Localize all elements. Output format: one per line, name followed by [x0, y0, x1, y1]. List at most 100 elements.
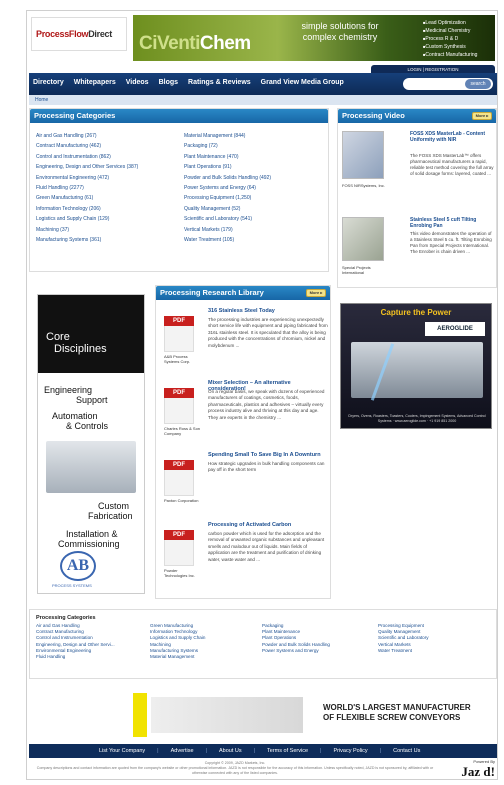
page: ProcessFlowDirect simple solutions for c…: [26, 10, 498, 780]
nav-grand-view-media-group[interactable]: Grand View Media Group: [261, 79, 344, 86]
category-link[interactable]: Machining (37): [36, 225, 138, 235]
ab-logo-sub: PROCESS SYSTEMS: [52, 583, 92, 588]
pdf-thumbnail[interactable]: [164, 470, 194, 496]
footer-category-link[interactable]: Powder and Bulk Solids Handling: [262, 642, 330, 648]
ad-header-dark: Core Disciplines: [38, 295, 144, 373]
category-link[interactable]: Power Systems and Energy (64): [184, 183, 271, 193]
category-link[interactable]: Information Technology (206): [36, 204, 138, 214]
research-description: carbon powder which is used for the adso…: [208, 531, 325, 562]
category-link[interactable]: Powder and Bulk Solids Handling (492): [184, 173, 271, 183]
category-link[interactable]: Water Treatment (105): [184, 235, 271, 245]
footer-link-contact[interactable]: Contact Us: [393, 744, 420, 758]
footer-link-list-company[interactable]: List Your Company: [99, 744, 145, 758]
category-link[interactable]: Scientific and Laboratory (541): [184, 214, 271, 224]
screw-conveyor-ad[interactable]: WORLD'S LARGEST MANUFACTURER OF FLEXIBLE …: [133, 693, 497, 737]
core-disciplines-ad[interactable]: Core Disciplines Engineering Support Autom…: [37, 294, 145, 594]
category-link[interactable]: Plant Operations (91): [184, 162, 271, 172]
footer-category-link[interactable]: Power Systems and Energy: [262, 648, 330, 654]
breadcrumb: Home: [29, 95, 497, 105]
category-link[interactable]: Fluid Handling (2277): [36, 183, 138, 193]
box-title: Processing Research Library More ▸: [156, 286, 330, 300]
category-link[interactable]: Logistics and Supply Chain (129): [36, 214, 138, 224]
category-link[interactable]: Control and Instrumentation (862): [36, 152, 138, 162]
header-banner-ad[interactable]: simple solutions for complex chemistry C…: [133, 15, 495, 61]
footer-link-advertise[interactable]: Advertise: [171, 744, 194, 758]
category-link[interactable]: Quality Management (52): [184, 204, 271, 214]
ad-line: Custom Fabrication: [88, 501, 133, 521]
more-button[interactable]: More ▸: [306, 289, 326, 297]
pdf-thumbnail[interactable]: [164, 540, 194, 566]
powered-by[interactable]: Powered By Jaz d!: [447, 759, 495, 780]
category-link[interactable]: Green Manufacturing (61): [36, 193, 138, 203]
category-link[interactable]: Engineering, Design and Other Services (…: [36, 162, 138, 172]
banner-bullets: Lead Optimization Medicinal Chemistry Pr…: [423, 19, 477, 59]
pdf-icon[interactable]: PDF: [164, 388, 194, 398]
footer-category-link[interactable]: Water Treatment: [378, 648, 429, 654]
breadcrumb-home[interactable]: Home: [35, 97, 48, 103]
footer-link-terms[interactable]: Terms of Service: [267, 744, 308, 758]
research-company: A&B Process Systems Corp.: [164, 354, 191, 364]
pdf-thumbnail[interactable]: [164, 398, 194, 424]
category-link[interactable]: Vertical Markets (179): [184, 225, 271, 235]
research-title[interactable]: Spending Small To Save Big In A Downturn: [208, 452, 328, 458]
footer-category-link[interactable]: Engineering, Design and Other Servi...: [36, 642, 115, 648]
nav-videos[interactable]: Videos: [126, 79, 149, 86]
site-logo[interactable]: ProcessFlowDirect: [31, 17, 127, 51]
category-link[interactable]: Environmental Engineering (472): [36, 173, 138, 183]
search-button[interactable]: search: [465, 79, 491, 89]
footer-category-column: Green Manufacturing Information Technolo…: [150, 623, 205, 660]
pdf-icon[interactable]: PDF: [164, 530, 194, 540]
lightning-icon: [370, 343, 395, 401]
category-link[interactable]: Contract Manufacturing (462): [36, 141, 138, 151]
category-link[interactable]: Manufacturing Systems (361): [36, 235, 138, 245]
category-link[interactable]: Processing Equipment (1,250): [184, 193, 271, 203]
category-link[interactable]: Plant Maintenance (470): [184, 152, 271, 162]
research-description: On a regular basis, we speak with dozens…: [208, 389, 325, 420]
video-company: FOSS NIRSystems, Inc.: [342, 183, 385, 188]
video-thumbnail[interactable]: [342, 131, 384, 179]
research-company: Paxton Corporation: [164, 498, 199, 503]
category-column: Air and Gas Handling (267) Contract Manu…: [36, 131, 138, 245]
research-title[interactable]: 316 Stainless Steel Today: [208, 308, 328, 314]
pdf-icon[interactable]: PDF: [164, 316, 194, 326]
ad-text: WORLD'S LARGEST MANUFACTURER OF FLEXIBLE …: [323, 703, 471, 722]
banner-bullet: Custom Synthesis: [423, 43, 477, 51]
pdf-icon[interactable]: PDF: [164, 460, 194, 470]
category-link[interactable]: Packaging (72): [184, 141, 271, 151]
main-nav: Directory Whitepapers Videos Blogs Ratin…: [29, 73, 497, 95]
footer-nav: List Your Company | Advertise | About Us | …: [29, 744, 497, 758]
research-description: The processing industries are experienci…: [208, 317, 328, 348]
footer-link-about[interactable]: About Us: [219, 744, 242, 758]
category-link[interactable]: Material Management (844): [184, 131, 271, 141]
footer-category-column: Packaging Plant Maintenance Plant Operat…: [262, 623, 330, 654]
research-title[interactable]: Processing of Activated Carbon: [208, 522, 328, 528]
footer-link-privacy[interactable]: Privacy Policy: [333, 744, 367, 758]
ad-accent-bar: [133, 693, 147, 737]
footer-category-link[interactable]: Logistics and Supply Chain: [150, 635, 205, 641]
video-title[interactable]: Stainless Steel 5 cuft Tilting Enrobing …: [410, 217, 494, 229]
box-title-text: Processing Research Library: [160, 288, 264, 297]
category-link[interactable]: Air and Gas Handling (267): [36, 131, 138, 141]
nav-blogs[interactable]: Blogs: [159, 79, 178, 86]
nav-whitepapers[interactable]: Whitepapers: [74, 79, 116, 86]
nav-ratings-reviews[interactable]: Ratings & Reviews: [188, 79, 251, 86]
ad-brand: AEROGLIDE: [425, 322, 485, 336]
video-thumbnail[interactable]: [342, 217, 384, 261]
ad-line: Automation & Controls: [52, 411, 109, 431]
footer-category-link[interactable]: Fluid Handling: [36, 654, 115, 660]
video-item[interactable]: Stainless Steel 5 cuft Tilting Enrobing …: [342, 217, 494, 287]
conveyor-image: [151, 697, 303, 733]
footer-category-link[interactable]: Material Management: [150, 654, 205, 660]
ad-caption: Capture the Power: [380, 308, 452, 317]
footer-categories-title: Processing Categories: [36, 615, 96, 621]
nav-directory[interactable]: Directory: [33, 79, 64, 86]
more-button[interactable]: More ▸: [472, 112, 492, 120]
video-item[interactable]: FOSS XDS MasterLab - Content Uniformity …: [342, 131, 494, 211]
footer-category-link[interactable]: Scientific and Laboratory: [378, 635, 429, 641]
logo-text: ProcessFlowDirect: [36, 29, 112, 39]
aeroglide-ad[interactable]: Capture the Power AEROGLIDE Dryers, Oven…: [340, 303, 492, 429]
footer-category-column: Processing Equipment Quality Management …: [378, 623, 429, 654]
pdf-thumbnail[interactable]: [164, 326, 194, 352]
banner-bullet: Process R & D: [423, 35, 477, 43]
video-title[interactable]: FOSS XDS MasterLab - Content Uniformity …: [410, 131, 494, 143]
